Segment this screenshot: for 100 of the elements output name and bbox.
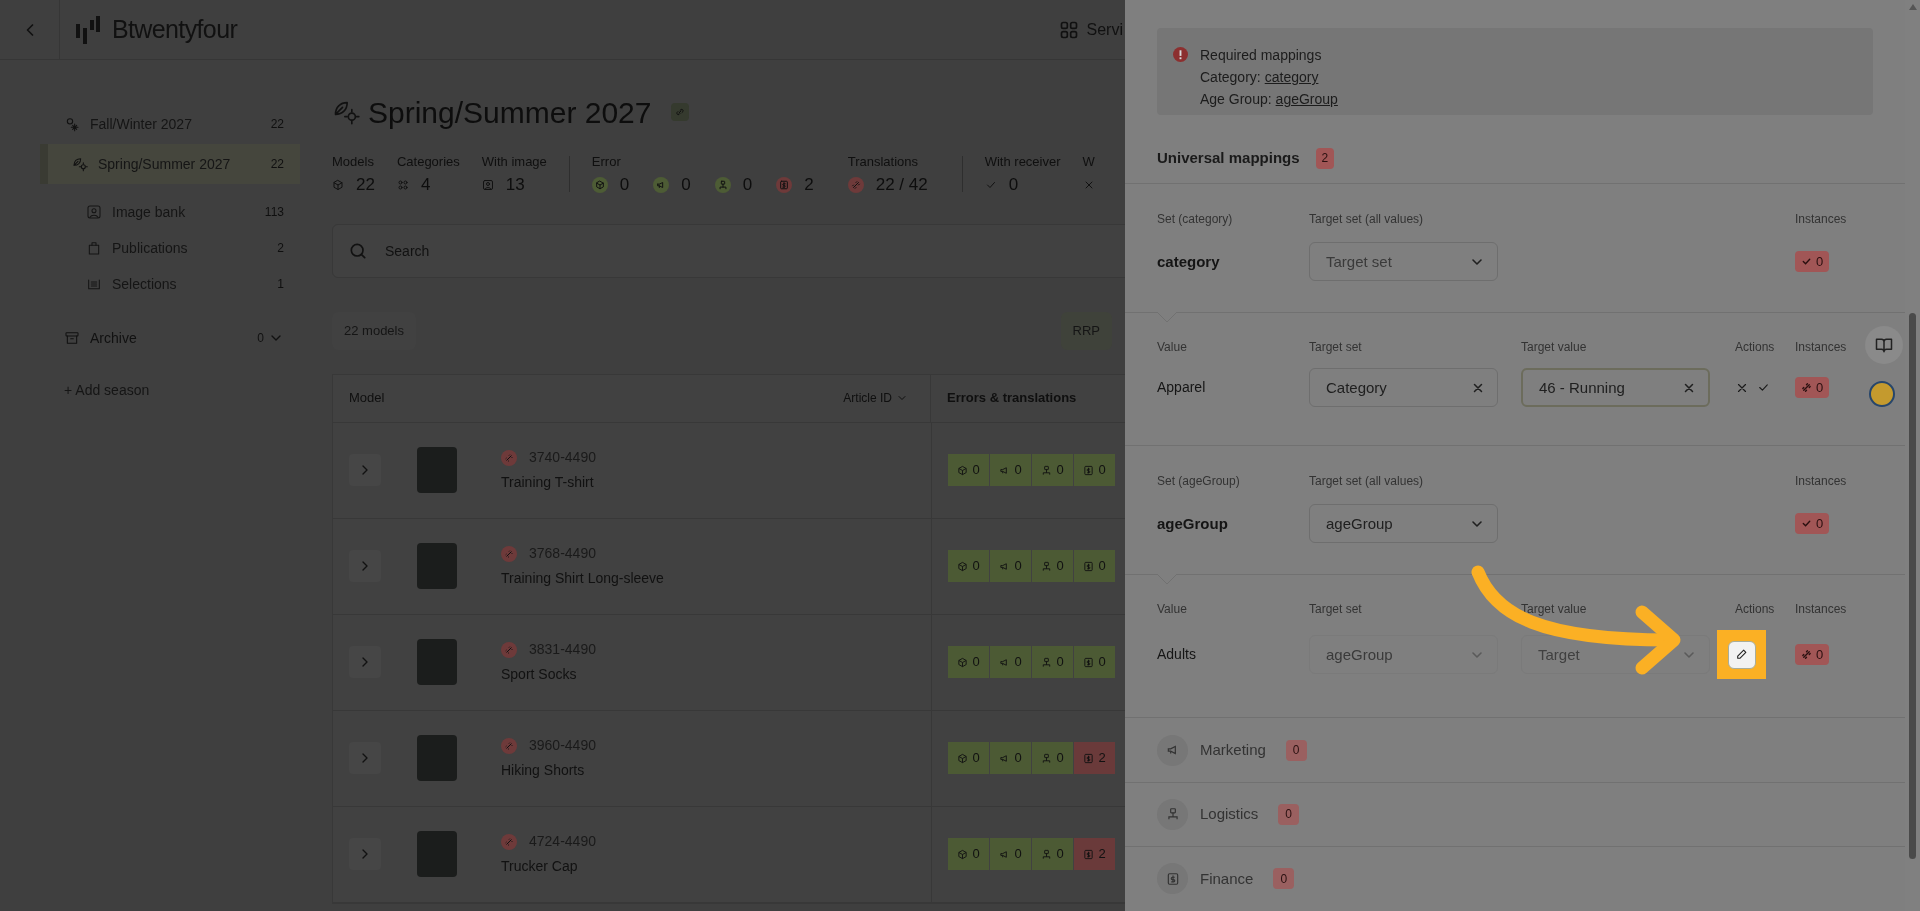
badge-icon bbox=[1801, 649, 1812, 661]
status-chip: 0 bbox=[990, 454, 1031, 486]
status-chip: 0 bbox=[948, 838, 989, 870]
column-label: Instances bbox=[1795, 601, 1848, 619]
column-label: Actions bbox=[1735, 339, 1776, 357]
chip-icon bbox=[1041, 560, 1053, 572]
select-field[interactable]: ageGroup bbox=[1309, 504, 1498, 544]
status-chip: 0 bbox=[1032, 838, 1073, 870]
edit-button[interactable] bbox=[1727, 640, 1756, 669]
status-chip: 0 bbox=[1074, 550, 1115, 582]
input-field[interactable]: Category bbox=[1309, 368, 1498, 408]
column-label: Value bbox=[1157, 601, 1188, 619]
sidebar-item-icon bbox=[86, 240, 102, 256]
chip-icon bbox=[957, 464, 969, 476]
section-title: Universal mappings bbox=[1157, 147, 1300, 168]
value-label: Apparel bbox=[1157, 378, 1207, 398]
expand-button[interactable] bbox=[349, 838, 381, 870]
status-chip: 0 bbox=[990, 550, 1031, 582]
status-chip: 2 bbox=[1074, 742, 1115, 774]
badge-icon bbox=[1801, 256, 1812, 268]
expand-button[interactable] bbox=[349, 742, 381, 774]
alert-label: Age Group: bbox=[1200, 90, 1272, 109]
product-photo bbox=[417, 447, 457, 493]
status-chip: 0 bbox=[990, 838, 1031, 870]
status-chip: 0 bbox=[1074, 646, 1115, 678]
badge-icon bbox=[1801, 382, 1812, 394]
category-title[interactable]: Logistics bbox=[1200, 803, 1259, 826]
status-chip: 0 bbox=[948, 454, 989, 486]
docs-button[interactable] bbox=[1865, 326, 1903, 364]
column-label: Target value bbox=[1521, 339, 1588, 357]
status-chip: 2 bbox=[1074, 838, 1115, 870]
status-chip: 0 bbox=[948, 550, 989, 582]
chip-icon bbox=[957, 752, 969, 764]
status-chip: 0 bbox=[1032, 742, 1073, 774]
input-field[interactable]: 46 - Running bbox=[1521, 368, 1710, 408]
column-label: Actions bbox=[1735, 601, 1776, 619]
status-chip: 0 bbox=[1032, 550, 1073, 582]
chip-icon bbox=[1083, 656, 1095, 668]
chip-icon bbox=[957, 560, 969, 572]
chip-icon bbox=[1041, 656, 1053, 668]
product-photo bbox=[417, 639, 457, 685]
column-label: Target set (all values) bbox=[1309, 211, 1425, 229]
expand-button[interactable] bbox=[349, 550, 381, 582]
instances-badge: 0 bbox=[1795, 513, 1830, 535]
badge-icon bbox=[1801, 518, 1812, 530]
instances-badge: 0 bbox=[1795, 251, 1830, 273]
product-photo bbox=[417, 831, 457, 877]
pencil-icon bbox=[1735, 648, 1748, 662]
copy-link-button[interactable] bbox=[671, 103, 690, 121]
instances-badge: 0 bbox=[1795, 644, 1830, 666]
status-chip: 0 bbox=[1074, 454, 1115, 486]
mapping-link[interactable]: category bbox=[1264, 66, 1319, 88]
count-badge: 0 bbox=[1278, 803, 1300, 825]
expand-button[interactable] bbox=[349, 454, 381, 486]
book-icon bbox=[1874, 335, 1894, 355]
sidebar-item-icon bbox=[86, 204, 102, 220]
chip-icon bbox=[1083, 560, 1095, 572]
archive-icon bbox=[64, 330, 80, 346]
season-icon bbox=[64, 116, 80, 132]
chip-icon bbox=[1041, 752, 1053, 764]
status-chip: 0 bbox=[948, 742, 989, 774]
alert-icon bbox=[1173, 47, 1188, 62]
category-icon bbox=[1165, 871, 1180, 886]
count-badge: 0 bbox=[1273, 868, 1295, 890]
column-label: Target set bbox=[1309, 601, 1363, 619]
alert-title: Required mappings bbox=[1200, 46, 1323, 65]
instances-badge: 0 bbox=[1795, 377, 1830, 399]
column-label: Target set (all values) bbox=[1309, 473, 1425, 491]
chip-icon bbox=[957, 848, 969, 860]
expand-button[interactable] bbox=[349, 646, 381, 678]
product-photo bbox=[417, 543, 457, 589]
alert-label: Category: bbox=[1200, 68, 1261, 87]
status-chip: 0 bbox=[948, 646, 989, 678]
category-title[interactable]: Finance bbox=[1200, 867, 1254, 891]
stat-icon bbox=[332, 178, 344, 191]
count-badge: 0 bbox=[1285, 739, 1307, 761]
chip-icon bbox=[1041, 848, 1053, 860]
chip-icon bbox=[1083, 464, 1095, 476]
column-label: Target value bbox=[1521, 601, 1588, 619]
logo-icon bbox=[76, 15, 100, 44]
select-field[interactable]: Target set bbox=[1309, 242, 1498, 282]
grid-icon bbox=[1058, 19, 1079, 40]
season-icon bbox=[72, 156, 88, 172]
product-photo bbox=[417, 735, 457, 781]
stat-icon bbox=[396, 178, 409, 191]
status-chip: 0 bbox=[990, 646, 1031, 678]
value-label: Adults bbox=[1157, 645, 1197, 665]
stat-icon bbox=[481, 178, 494, 191]
status-chip: 0 bbox=[1032, 646, 1073, 678]
category-title[interactable]: Marketing bbox=[1200, 738, 1266, 762]
count-badge: 2 bbox=[1315, 147, 1335, 169]
mapping-link[interactable]: ageGroup bbox=[1275, 88, 1338, 110]
category-icon bbox=[1165, 807, 1180, 822]
link-icon bbox=[674, 106, 687, 118]
status-chip: 0 bbox=[1032, 454, 1073, 486]
status-chip: 0 bbox=[990, 742, 1031, 774]
set-name: ageGroup bbox=[1157, 513, 1229, 534]
chip-icon bbox=[1041, 464, 1053, 476]
avatar[interactable] bbox=[1869, 381, 1895, 407]
set-name: category bbox=[1157, 251, 1221, 272]
